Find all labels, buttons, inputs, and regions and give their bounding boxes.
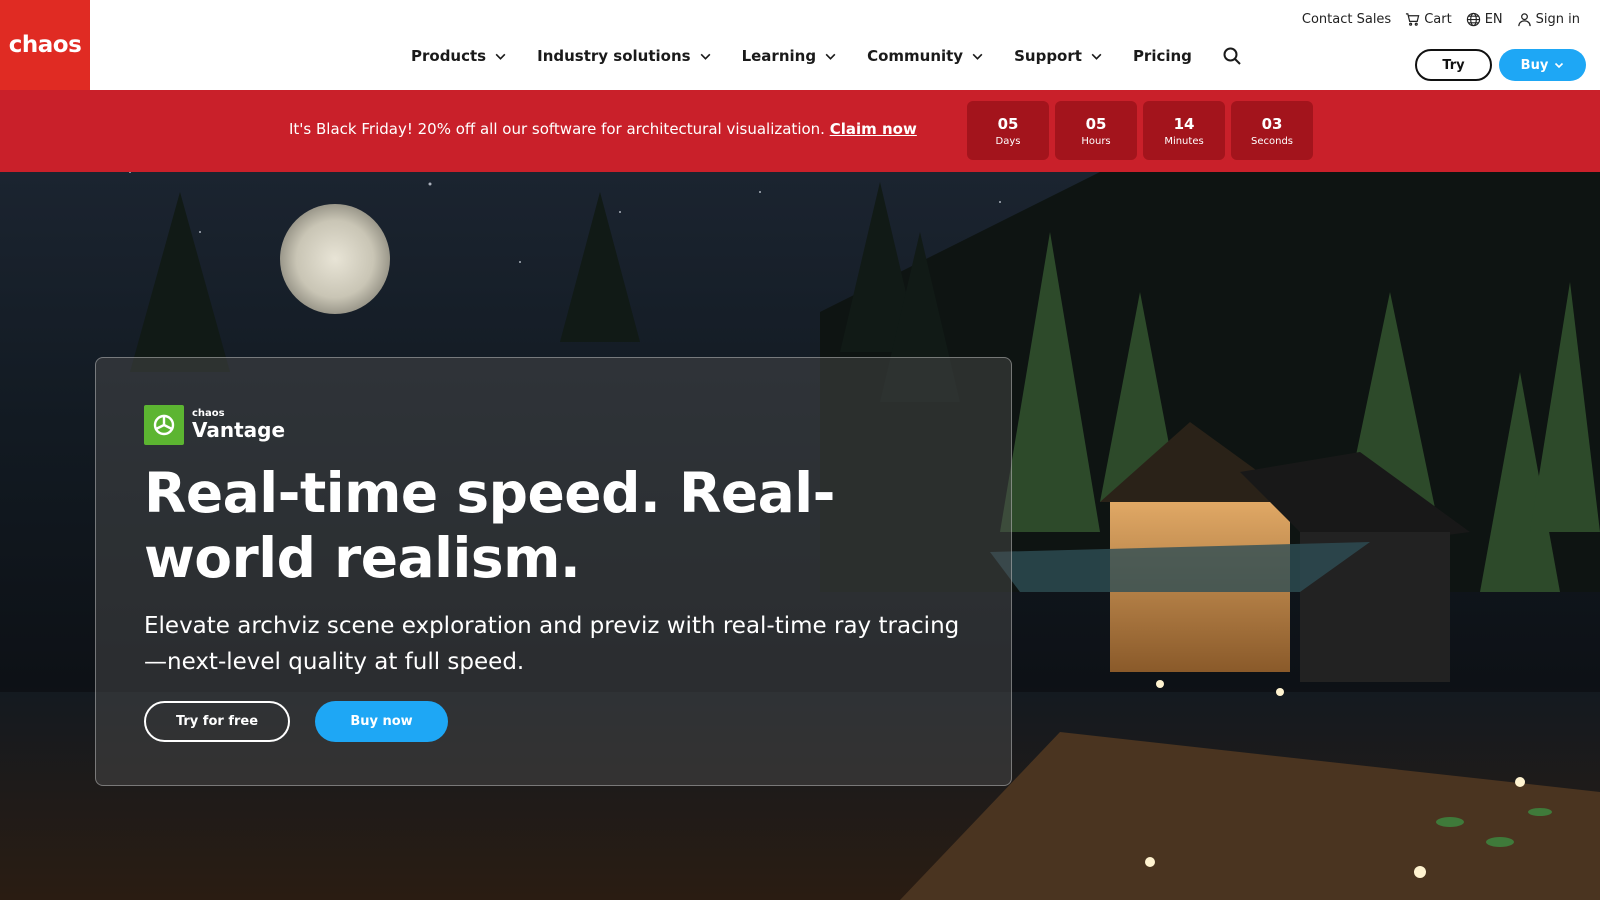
hero-card: chaos Vantage Real-time speed. Real-worl… (95, 357, 1012, 786)
nav-item-industry-solutions[interactable]: Industry solutions (537, 47, 711, 65)
nav-item-label: Industry solutions (537, 47, 691, 65)
nav-item-label: Support (1014, 47, 1082, 65)
nav-item-learning[interactable]: Learning (742, 47, 838, 65)
cart-link[interactable]: Cart (1405, 12, 1452, 27)
contact-sales-link[interactable]: Contact Sales (1302, 12, 1391, 27)
countdown-label: Days (995, 135, 1021, 147)
countdown-label: Minutes (1164, 135, 1204, 147)
vantage-product-logo: chaos Vantage (144, 405, 285, 445)
countdown-seconds: 03 Seconds (1231, 101, 1313, 160)
promo-banner: It's Black Friday! 20% off all our softw… (0, 90, 1600, 172)
sign-in-label: Sign in (1535, 12, 1580, 27)
hero-subtitle: Elevate archviz scene exploration and pr… (144, 613, 960, 675)
countdown-hours: 05 Hours (1055, 101, 1137, 160)
buy-now-button[interactable]: Buy now (315, 701, 448, 742)
buy-button-label: Buy (1520, 57, 1549, 73)
countdown-value: 05 (1085, 114, 1107, 133)
chevron-down-icon (495, 53, 506, 60)
promo-text: It's Black Friday! 20% off all our softw… (289, 120, 825, 138)
nav-item-pricing[interactable]: Pricing (1133, 47, 1192, 65)
moon-shape (280, 204, 390, 314)
countdown-timer: 05 Days 05 Hours 14 Minutes 03 Seconds (967, 101, 1313, 160)
nav-item-label: Pricing (1132, 47, 1192, 65)
buy-button[interactable]: Buy (1499, 49, 1586, 81)
language-selector[interactable]: EN (1466, 12, 1503, 27)
chevron-down-icon (1091, 53, 1102, 60)
nav-item-label: Community (867, 47, 964, 65)
sign-in-link[interactable]: Sign in (1517, 12, 1580, 27)
countdown-label: Hours (1081, 135, 1111, 147)
countdown-value: 14 (1173, 114, 1195, 133)
cart-label: Cart (1424, 12, 1452, 27)
main-nav: Products Industry solutions Learning Com… (411, 46, 1242, 66)
chevron-down-icon (825, 53, 836, 60)
site-header: chaos Contact Sales Cart EN Sign in Prod… (0, 0, 1600, 90)
countdown-label: Seconds (1250, 135, 1293, 147)
countdown-minutes: 14 Minutes (1143, 101, 1225, 160)
nav-item-label: Products (411, 47, 487, 65)
language-label: EN (1484, 12, 1503, 27)
chaos-logo[interactable]: chaos (0, 0, 90, 90)
countdown-value: 03 (1261, 114, 1283, 133)
cart-icon (1406, 13, 1420, 26)
hero-title: Real-time speed. Real-world realism. (144, 461, 835, 590)
try-for-free-button[interactable]: Try for free (144, 701, 290, 742)
chevron-down-icon (700, 53, 710, 60)
product-name: Vantage (192, 418, 286, 442)
countdown-value: 05 (997, 114, 1019, 133)
try-button[interactable]: Try (1415, 49, 1492, 81)
countdown-days: 05 Days (967, 101, 1049, 160)
search-icon[interactable] (1222, 46, 1242, 66)
vantage-logo-icon (144, 405, 184, 445)
nav-item-label: Learning (741, 47, 817, 65)
user-icon (1517, 13, 1531, 27)
globe-icon (1466, 12, 1480, 27)
utility-nav: Contact Sales Cart EN Sign in (1302, 12, 1580, 27)
product-wordmark: chaos Vantage (192, 409, 286, 442)
chevron-down-icon (972, 53, 983, 60)
nav-item-products[interactable]: Products (411, 47, 507, 65)
promo-message: It's Black Friday! 20% off all our softw… (289, 120, 917, 138)
hero-section: chaos Vantage Real-time speed. Real-worl… (0, 172, 1600, 900)
claim-now-link[interactable]: Claim now (830, 120, 917, 138)
nav-item-support[interactable]: Support (1014, 47, 1103, 65)
chevron-down-icon (1555, 62, 1564, 69)
nav-item-community[interactable]: Community (867, 47, 984, 65)
